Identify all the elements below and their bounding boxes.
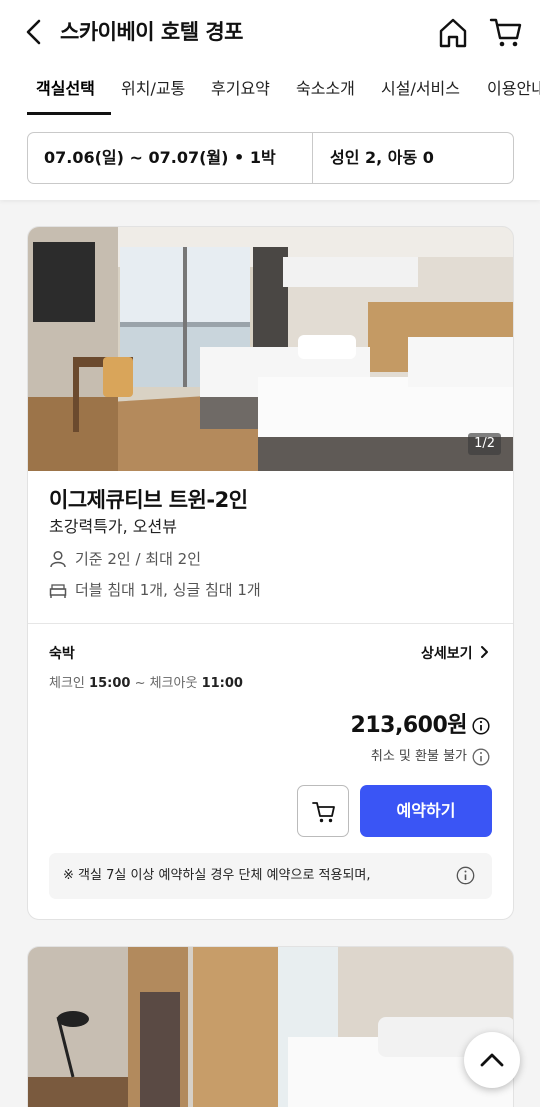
add-to-cart-button[interactable] [297, 785, 349, 837]
room-subtitle: 초강력특가, 오션뷰 [49, 517, 177, 536]
stay-type-label: 숙박 [49, 646, 75, 662]
chevron-up-icon [480, 1053, 504, 1067]
detail-link-label: 상세보기 [421, 646, 473, 662]
room-name: 이그제큐티브 트윈-2인 [49, 488, 248, 512]
active-tab-indicator [27, 112, 111, 115]
checkout-label: 체크아웃 [149, 676, 198, 691]
tab-review-summary[interactable]: 후기요약 [211, 78, 270, 100]
room-photo[interactable]: 1/2 [28, 227, 513, 471]
image-counter: 1/2 [468, 433, 501, 455]
tab-property-intro[interactable]: 숙소소개 [296, 78, 355, 100]
checkin-label: 체크인 [49, 676, 85, 691]
person-icon [50, 550, 66, 568]
detail-link[interactable]: 상세보기 [421, 644, 490, 664]
top-header: 스카이베이 호텔 경포 객실선택 위치/교통 후기요약 숙소소개 시설/서비스 … [0, 0, 540, 200]
time-separator: ~ [134, 676, 150, 691]
search-bar: 07.06(일) ~ 07.07(월) • 1박 성인 2, 아동 0 [27, 132, 514, 184]
search-divider [312, 133, 313, 183]
tab-location[interactable]: 위치/교통 [121, 78, 185, 100]
notice-info-icon[interactable] [456, 866, 475, 885]
title-bar: 스카이베이 호텔 경포 [0, 0, 540, 64]
refund-policy: 취소 및 환불 불가 [370, 749, 467, 764]
checkout-time: 11:00 [201, 676, 243, 691]
room-card-next[interactable] [27, 946, 514, 1107]
tab-usage-guide[interactable]: 이용안내 [487, 78, 540, 100]
room-card: 1/2 이그제큐티브 트윈-2인 초강력특가, 오션뷰 기준 2인 / 최대 2… [27, 226, 514, 920]
guest-selector[interactable]: 성인 2, 아동 0 [330, 147, 434, 169]
group-booking-notice: ※ 객실 7실 이상 예약하실 경우 단체 예약으로 적용되며, [49, 853, 492, 899]
notice-text: ※ 객실 7실 이상 예약하실 경우 단체 예약으로 적용되며, [63, 868, 371, 883]
tab-facilities[interactable]: 시설/서비스 [381, 78, 460, 100]
room-photo-image [28, 227, 513, 471]
refund-info-icon[interactable] [472, 748, 490, 766]
checkin-time: 15:00 [89, 676, 131, 691]
chevron-right-icon [481, 646, 489, 658]
tab-room-select[interactable]: 객실선택 [36, 78, 95, 100]
scroll-to-top-button[interactable] [464, 1032, 520, 1088]
date-selector[interactable]: 07.06(일) ~ 07.07(월) • 1박 [44, 147, 276, 169]
checkin-info: 체크인 15:00 ~ 체크아웃 11:00 [49, 674, 243, 694]
chevron-left-icon[interactable] [20, 16, 50, 48]
room-price: 213,600원 [350, 713, 468, 738]
cart-icon [312, 802, 335, 823]
info-icon[interactable] [472, 717, 490, 735]
beds-text: 더블 침대 1개, 싱글 침대 1개 [75, 581, 261, 599]
capacity-text: 기준 2인 / 최대 2인 [75, 550, 202, 568]
reserve-button[interactable]: 예약하기 [360, 785, 492, 837]
bed-icon [49, 584, 67, 598]
tab-bar: 객실선택 위치/교통 후기요약 숙소소개 시설/서비스 이용안내 [0, 70, 540, 116]
room-photo-next [28, 947, 513, 1107]
card-divider [28, 623, 513, 624]
cart-icon[interactable] [488, 14, 524, 50]
page-title: 스카이베이 호텔 경포 [60, 20, 244, 44]
home-icon[interactable] [436, 16, 470, 50]
